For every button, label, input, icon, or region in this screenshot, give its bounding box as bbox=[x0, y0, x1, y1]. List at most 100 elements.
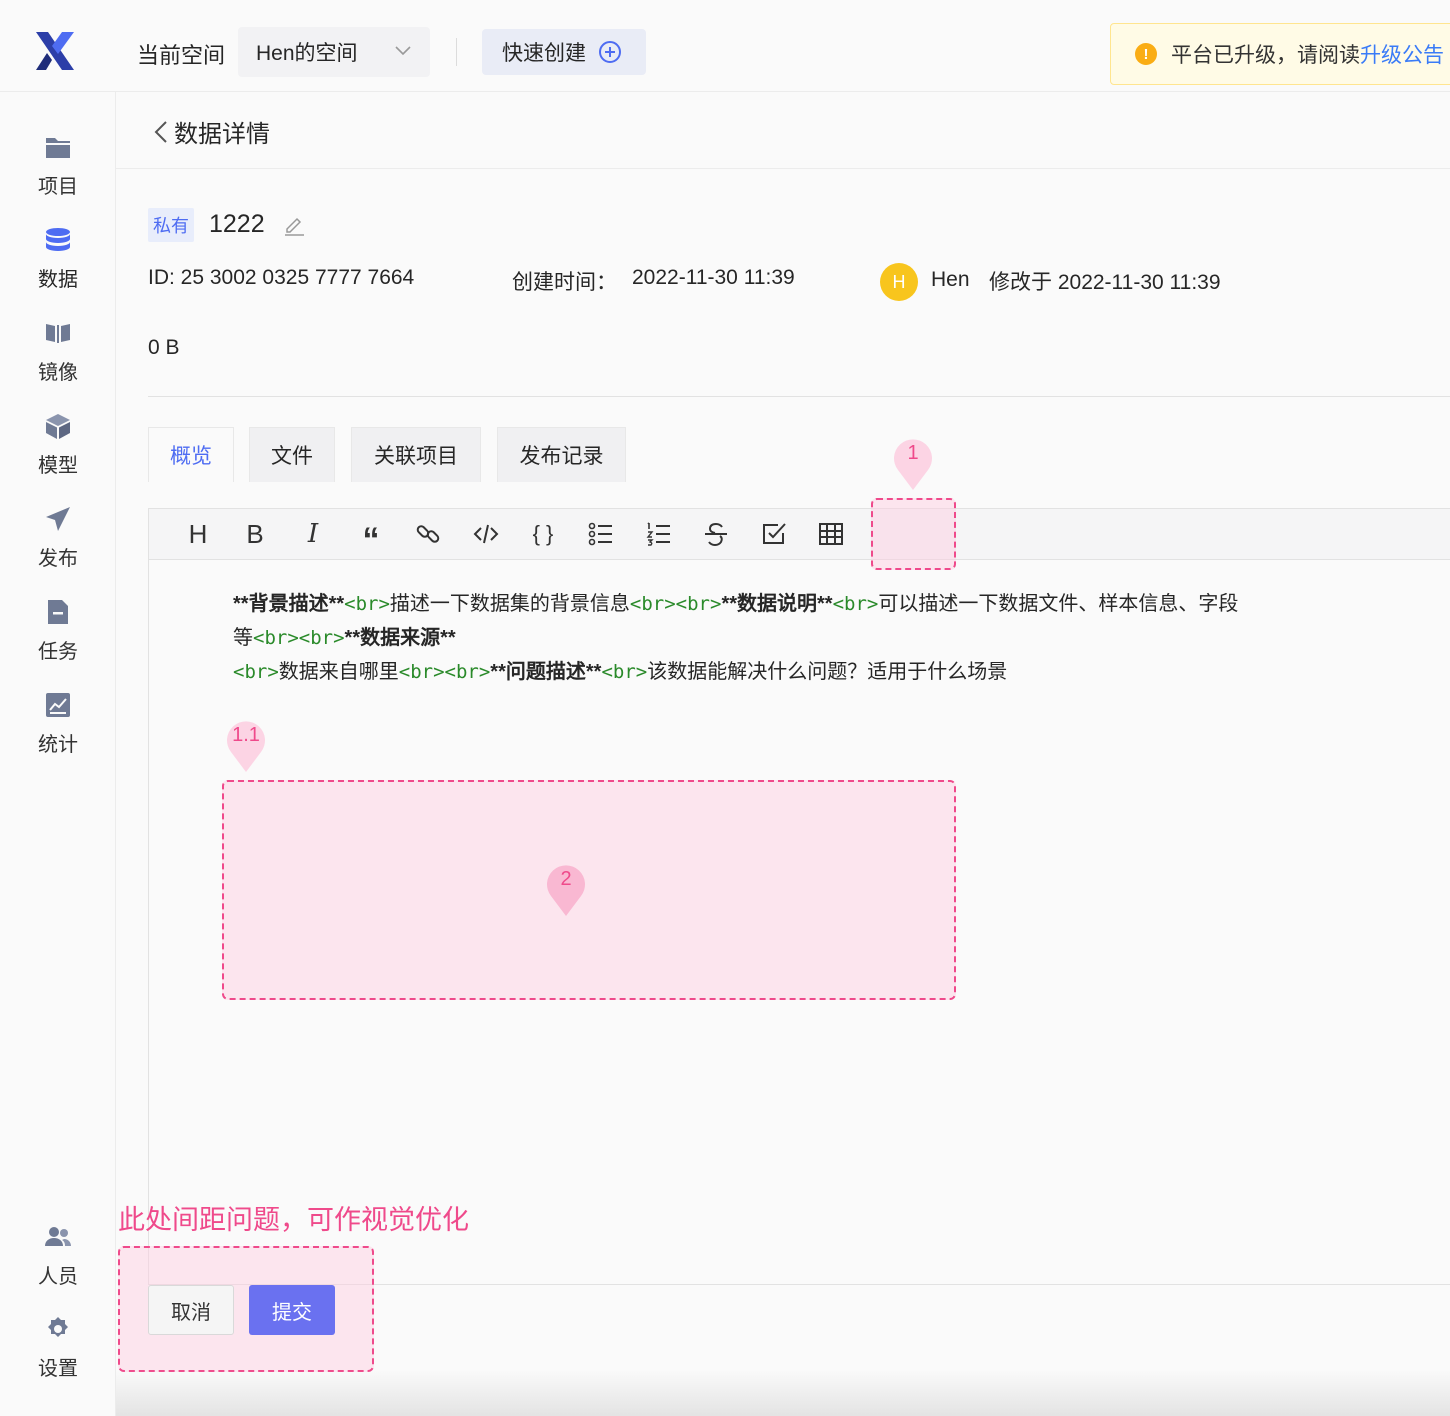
br-tag: <br> bbox=[675, 593, 722, 615]
bold-text: **问题描述** bbox=[490, 661, 602, 683]
annotation-pin-2: 2 bbox=[544, 862, 588, 918]
sidebar-item-data[interactable]: 数据 bbox=[0, 225, 116, 305]
bullet-list-icon bbox=[588, 522, 612, 546]
bold-text: **背景描述** bbox=[233, 593, 345, 615]
logo-icon[interactable] bbox=[32, 28, 78, 74]
sidebar-item-people[interactable]: 人员 bbox=[0, 1222, 116, 1302]
sidebar-item-label: 镜像 bbox=[38, 362, 78, 384]
dataset-id: ID: 25 3002 0325 7777 7664 bbox=[148, 266, 415, 289]
text-segment: 该数据能解决什么问题？适用于什么场景 bbox=[647, 661, 1008, 683]
heading-button[interactable]: H bbox=[183, 519, 213, 549]
chevron-down-icon bbox=[395, 46, 411, 56]
submit-button[interactable]: 提交 bbox=[249, 1285, 335, 1335]
sidebar-item-projects[interactable]: 项目 bbox=[0, 132, 116, 212]
database-icon bbox=[43, 225, 73, 255]
br-tag: <br> bbox=[398, 661, 445, 683]
bold-button[interactable]: B bbox=[240, 519, 270, 549]
quick-create-button[interactable]: 快速创建 bbox=[482, 29, 646, 75]
sidebar-item-label: 数据 bbox=[38, 269, 78, 291]
owner-name: Hen bbox=[931, 268, 970, 291]
sidebar-item-label: 项目 bbox=[38, 176, 78, 198]
tab-files[interactable]: 文件 bbox=[249, 427, 335, 482]
sidebar-item-models[interactable]: 模型 bbox=[0, 411, 116, 491]
upgrade-notice: ! 平台已升级，请阅读 升级公告 bbox=[1110, 23, 1450, 85]
editor-content[interactable]: **背景描述**<br>描述一下数据集的背景信息<br><br>**数据说明**… bbox=[233, 587, 1423, 689]
br-tag: <br> bbox=[601, 661, 648, 683]
tab-overview[interactable]: 概览 bbox=[148, 427, 234, 482]
link-button[interactable] bbox=[413, 519, 443, 549]
br-tag: <br> bbox=[832, 593, 879, 615]
checkbox-button[interactable] bbox=[759, 519, 789, 549]
table-button[interactable] bbox=[816, 519, 846, 549]
gear-icon bbox=[43, 1314, 73, 1344]
br-tag: <br> bbox=[233, 661, 279, 683]
ordered-list-icon bbox=[646, 522, 670, 546]
sidebar-item-label: 模型 bbox=[38, 455, 78, 477]
text-segment: 描述一下数据集的背景信息 bbox=[389, 593, 630, 615]
sidebar-item-label: 设置 bbox=[38, 1358, 78, 1380]
bold-text: **数据来源** bbox=[344, 627, 456, 649]
task-icon bbox=[43, 597, 73, 627]
sidebar-item-label: 发布 bbox=[38, 548, 78, 570]
sidebar-item-label: 统计 bbox=[38, 734, 78, 756]
annotation-pin-label: 2 bbox=[560, 868, 572, 890]
sidebar-item-publish[interactable]: 发布 bbox=[0, 504, 116, 584]
page-title: 数据详情 bbox=[174, 121, 270, 148]
tab-publish-records[interactable]: 发布记录 bbox=[497, 427, 626, 482]
br-tag: <br> bbox=[444, 661, 491, 683]
quote-button[interactable]: “ bbox=[356, 519, 386, 559]
text-segment: 数据来自哪里 bbox=[278, 661, 399, 683]
mirror-icon bbox=[43, 318, 73, 348]
br-tag: <br> bbox=[253, 627, 299, 649]
sidebar-item-images[interactable]: 镜像 bbox=[0, 318, 116, 398]
dataset-size: 0 B bbox=[148, 336, 180, 359]
sidebar-item-stats[interactable]: 统计 bbox=[0, 690, 116, 770]
strikethrough-icon bbox=[705, 522, 727, 547]
link-icon bbox=[416, 525, 440, 543]
back-button[interactable]: 数据详情 bbox=[150, 114, 270, 149]
edit-icon[interactable] bbox=[282, 212, 306, 236]
text-segment: 等 bbox=[233, 627, 253, 649]
sidebar-item-settings[interactable]: 设置 bbox=[0, 1314, 116, 1394]
sidebar-item-tasks[interactable]: 任务 bbox=[0, 597, 116, 677]
current-space-label: 当前空间 bbox=[137, 43, 226, 68]
notice-text: 平台已升级，请阅读 bbox=[1171, 44, 1360, 67]
br-tag: <br> bbox=[298, 627, 345, 649]
send-icon bbox=[43, 504, 73, 534]
quick-create-label: 快速创建 bbox=[502, 42, 586, 65]
modified-text: 修改于 2022-11-30 11:39 bbox=[989, 271, 1221, 294]
table-icon bbox=[819, 523, 843, 545]
ordered-list-button[interactable] bbox=[644, 519, 674, 549]
space-select-value: Hen的空间 bbox=[256, 42, 358, 65]
cube-icon bbox=[43, 411, 73, 441]
created-label: 创建时间： bbox=[512, 271, 617, 294]
strikethrough-button[interactable] bbox=[701, 519, 731, 549]
sidebar: 项目 数据 镜像 模型 发布 任务 统计 人员 设置 bbox=[0, 92, 116, 1416]
text-segment: 可以描述一下数据文件、样本信息、字段 bbox=[878, 593, 1239, 615]
sidebar-item-label: 人员 bbox=[38, 1266, 78, 1288]
editor-toolbar: H B I “ { } bbox=[149, 509, 1450, 560]
code-button[interactable] bbox=[471, 519, 501, 549]
tab-related-projects[interactable]: 关联项目 bbox=[351, 427, 481, 482]
italic-button[interactable]: I bbox=[298, 519, 328, 549]
notice-link[interactable]: 升级公告 bbox=[1360, 39, 1444, 69]
sidebar-item-label: 任务 bbox=[38, 641, 78, 663]
annotation-pin-1: 1 bbox=[891, 436, 935, 492]
dataset-name: 1222 bbox=[209, 210, 265, 238]
visibility-badge: 私有 bbox=[148, 208, 194, 242]
annotation-pin-1-1: 1.1 bbox=[224, 718, 268, 774]
top-bar: 当前空间 Hen的空间 快速创建 ! 平台已升级，请阅读 升级公告 bbox=[0, 0, 1450, 92]
heading-icon: H bbox=[188, 518, 208, 549]
annotation-box-2 bbox=[222, 780, 956, 1000]
bullet-list-button[interactable] bbox=[586, 519, 616, 549]
italic-icon: I bbox=[307, 519, 319, 549]
add-circle-icon bbox=[599, 41, 621, 63]
annotation-pin-label: 1.1 bbox=[232, 724, 260, 746]
cancel-button[interactable]: 取消 bbox=[148, 1285, 234, 1335]
quote-icon: “ bbox=[362, 520, 380, 559]
space-select[interactable]: Hen的空间 bbox=[238, 27, 430, 77]
code-block-button[interactable]: { } bbox=[528, 519, 558, 549]
created-value: 2022-11-30 11:39 bbox=[632, 266, 795, 289]
code-block-icon: { } bbox=[532, 521, 554, 546]
code-icon bbox=[473, 524, 499, 544]
